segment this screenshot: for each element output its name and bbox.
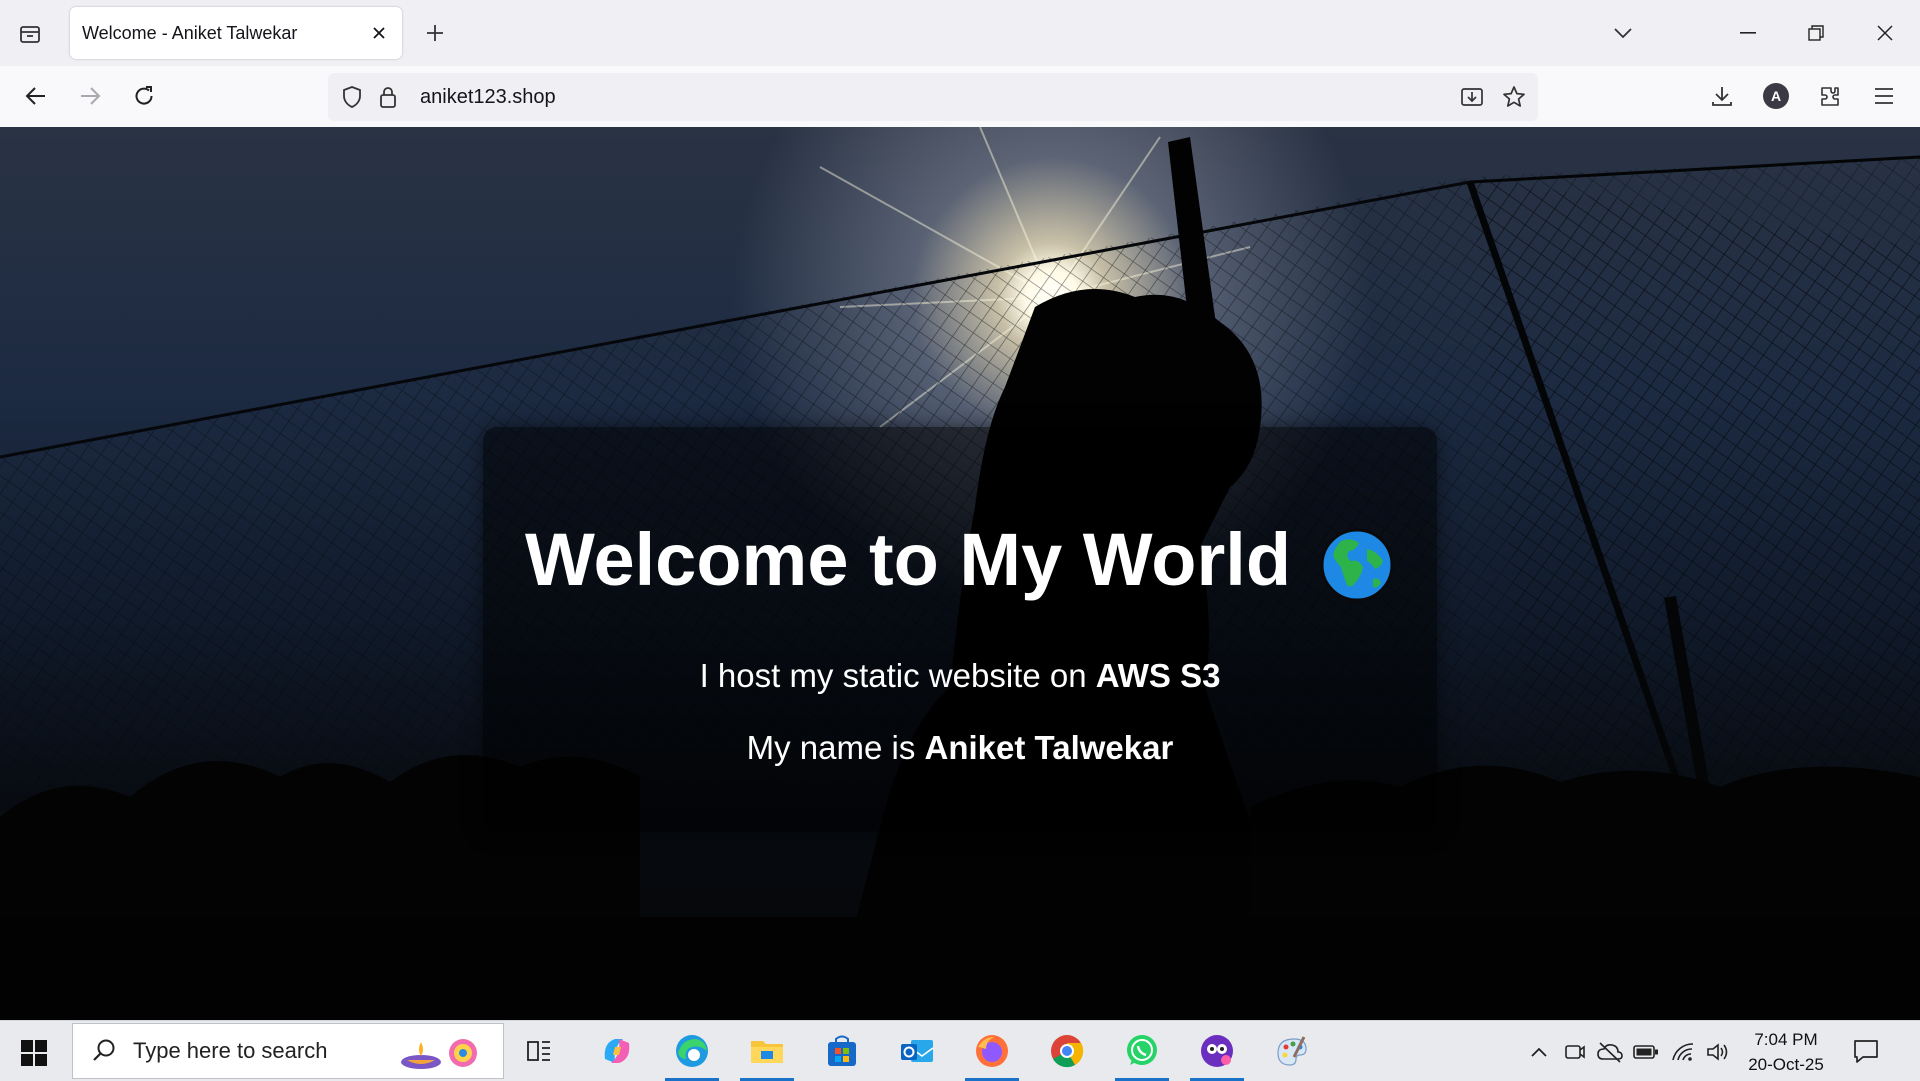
firefox-icon[interactable] xyxy=(961,1025,1023,1081)
padlock-icon[interactable] xyxy=(376,85,400,109)
chrome-icon[interactable] xyxy=(1036,1025,1098,1077)
windows-taskbar: Type here to search 7:04 PM 20-Oct-25 xyxy=(0,1020,1920,1081)
diwali-lamp-icon xyxy=(397,1036,487,1070)
close-window-icon[interactable] xyxy=(1862,10,1908,56)
tab-list-icon[interactable] xyxy=(13,17,47,51)
taskbar-search-box[interactable]: Type here to search xyxy=(72,1023,504,1079)
welcome-card: Welcome to My World I host my static web… xyxy=(483,427,1437,832)
file-explorer-icon[interactable] xyxy=(736,1025,798,1081)
page-heading-text: Welcome to My World xyxy=(524,518,1292,601)
meet-now-webcam-icon[interactable] xyxy=(1562,1039,1588,1065)
reload-icon[interactable] xyxy=(124,76,164,116)
save-page-icon[interactable] xyxy=(1460,85,1484,109)
wifi-icon[interactable] xyxy=(1670,1039,1696,1065)
copilot-icon[interactable] xyxy=(586,1025,648,1077)
list-all-tabs-chevron-icon[interactable] xyxy=(1600,10,1646,56)
minimize-icon[interactable] xyxy=(1725,10,1771,56)
downloads-icon[interactable] xyxy=(1702,76,1742,116)
forward-arrow-icon[interactable] xyxy=(70,76,110,116)
notification-center-icon[interactable] xyxy=(1852,1037,1882,1067)
volume-speaker-icon[interactable] xyxy=(1705,1039,1731,1065)
url-text[interactable]: aniket123.shop xyxy=(420,73,556,121)
page-heading: Welcome to My World xyxy=(483,517,1437,603)
restore-icon[interactable] xyxy=(1793,10,1839,56)
edge-browser-icon[interactable] xyxy=(661,1025,723,1081)
system-clock[interactable]: 7:04 PM 20-Oct-25 xyxy=(1738,1027,1834,1077)
hosting-service-name: AWS S3 xyxy=(1095,657,1221,694)
address-bar[interactable]: aniket123.shop xyxy=(328,73,1538,121)
globe-icon xyxy=(1319,527,1395,603)
clock-time: 7:04 PM xyxy=(1754,1030,1818,1049)
author-name: Aniket Talwekar xyxy=(924,729,1174,766)
task-view-icon[interactable] xyxy=(508,1025,570,1077)
outlook-icon[interactable] xyxy=(886,1025,948,1077)
hosting-line-prefix: I host my static website on xyxy=(699,657,1096,694)
clock-date: 20-Oct-25 xyxy=(1748,1055,1824,1074)
hosting-line: I host my static website on AWS S3 xyxy=(483,657,1437,695)
show-hidden-icons-chevron-up-icon[interactable] xyxy=(1526,1039,1552,1065)
tracking-protection-shield-icon[interactable] xyxy=(340,85,364,109)
back-arrow-icon[interactable] xyxy=(16,76,56,116)
extensions-puzzle-icon[interactable] xyxy=(1810,76,1850,116)
paint-icon[interactable] xyxy=(1261,1025,1323,1077)
onedrive-offline-cloud-icon[interactable] xyxy=(1597,1039,1623,1065)
account-initial: A xyxy=(1763,83,1789,109)
tab-title: Welcome - Aniket Talwekar xyxy=(82,23,298,43)
search-placeholder: Type here to search xyxy=(133,1038,328,1063)
tab-strip: Welcome - Aniket Talwekar xyxy=(0,0,1920,66)
whatsapp-icon[interactable] xyxy=(1111,1025,1173,1081)
battery-icon[interactable] xyxy=(1633,1039,1659,1065)
clipchamp-icon[interactable] xyxy=(1186,1025,1248,1081)
name-line: My name is Aniket Talwekar xyxy=(483,729,1437,767)
bookmark-star-icon[interactable] xyxy=(1502,85,1526,109)
windows-start-icon[interactable] xyxy=(16,1035,52,1071)
account-avatar-icon[interactable]: A xyxy=(1756,76,1796,116)
new-tab-icon[interactable] xyxy=(418,16,452,50)
page-viewport: Welcome to My World I host my static web… xyxy=(0,127,1920,1020)
search-icon xyxy=(91,1038,117,1064)
close-tab-icon[interactable] xyxy=(364,18,394,48)
navigation-toolbar: aniket123.shop A xyxy=(0,66,1920,128)
microsoft-store-icon[interactable] xyxy=(811,1025,873,1077)
active-tab[interactable]: Welcome - Aniket Talwekar xyxy=(70,7,402,59)
app-menu-hamburger-icon[interactable] xyxy=(1864,76,1904,116)
name-line-prefix: My name is xyxy=(746,729,925,766)
